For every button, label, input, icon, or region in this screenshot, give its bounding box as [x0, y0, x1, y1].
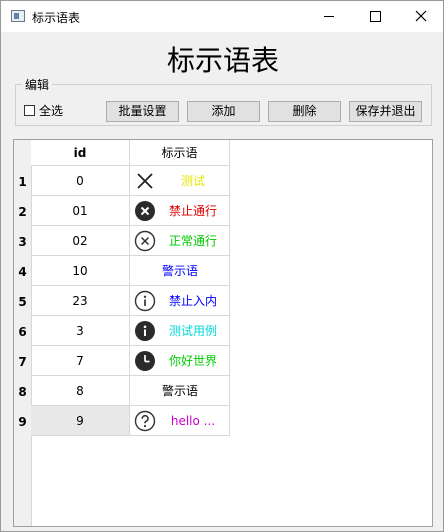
filled-x-circle-icon	[135, 201, 155, 221]
tag-text: 测试	[180, 174, 205, 188]
title-bar[interactable]: 标示语表	[1, 1, 443, 32]
row-number[interactable]: 3	[14, 226, 31, 256]
tag-cell[interactable]: 测试用例	[130, 316, 230, 346]
tag-text: hello ...	[170, 413, 216, 428]
id-cell[interactable]: 9	[31, 406, 130, 436]
main-window: 标示语表 标示语表 编辑 全选 批量设置 添加 删除 保存并退出 id 标示语 …	[0, 0, 444, 532]
id-cell[interactable]: 3	[31, 316, 130, 346]
row-number[interactable]: 6	[14, 316, 31, 346]
select-all-checkbox[interactable]: 全选	[24, 102, 63, 118]
row-number[interactable]: 1	[14, 166, 31, 196]
tag-text: 测试用例	[168, 324, 217, 338]
tag-text: 警示语	[161, 384, 198, 398]
id-cell[interactable]: 02	[31, 226, 130, 256]
tag-text: 你好世界	[168, 354, 217, 368]
id-cell[interactable]: 01	[31, 196, 130, 226]
tag-cell[interactable]: 正常通行	[130, 226, 230, 256]
id-cell[interactable]: 23	[31, 286, 130, 316]
tag-text: 禁止通行	[168, 204, 217, 218]
tag-text: 正常通行	[168, 234, 217, 248]
checkbox-box[interactable]	[24, 104, 35, 116]
delete-button[interactable]: 删除	[268, 101, 341, 122]
maximize-button[interactable]	[352, 1, 398, 32]
app-icon	[11, 10, 25, 22]
question-outline-icon	[134, 410, 156, 432]
tag-text: 禁止入内	[168, 294, 217, 308]
close-button[interactable]	[398, 1, 443, 32]
page-title: 标示语表	[166, 44, 279, 77]
clock-filled-icon	[135, 351, 155, 371]
x-mark-icon	[137, 173, 153, 189]
tag-cell[interactable]: 警示语	[130, 256, 230, 286]
id-cell[interactable]: 0	[31, 166, 130, 196]
column-header-tag[interactable]: 标示语	[130, 140, 230, 166]
tag-cell[interactable]: 禁止通行	[130, 196, 230, 226]
row-number[interactable]: 2	[14, 196, 31, 226]
window-title: 标示语表	[32, 11, 81, 25]
close-icon	[415, 10, 427, 22]
column-header-id[interactable]: id	[31, 140, 130, 166]
tag-cell[interactable]: 测试	[130, 166, 230, 196]
info-filled-icon	[135, 321, 155, 341]
id-cell[interactable]: 7	[31, 346, 130, 376]
tag-cell[interactable]: 警示语	[130, 376, 230, 406]
minimize-button[interactable]	[306, 1, 352, 32]
outline-x-circle-icon	[134, 230, 156, 252]
batch-settings-button[interactable]: 批量设置	[106, 101, 179, 122]
tag-cell[interactable]: 你好世界	[130, 346, 230, 376]
row-number[interactable]: 9	[14, 406, 31, 436]
row-number[interactable]: 7	[14, 346, 31, 376]
select-all-label: 全选	[39, 103, 64, 118]
id-cell[interactable]: 8	[31, 376, 130, 406]
id-cell[interactable]: 10	[31, 256, 130, 286]
tag-text: 警示语	[161, 264, 198, 278]
data-table[interactable]: id 标示语 1 0 测试 2 01 禁止通行 3 02 正常通行 4 10 警示语 5 23 禁止入内 6 3…	[13, 139, 433, 527]
row-number[interactable]: 5	[14, 286, 31, 316]
row-number[interactable]: 8	[14, 376, 31, 406]
tag-cell[interactable]: hello ...	[130, 406, 230, 436]
row-number[interactable]: 4	[14, 256, 31, 286]
info-outline-icon	[134, 290, 156, 312]
add-button[interactable]: 添加	[187, 101, 260, 122]
save-and-exit-button[interactable]: 保存并退出	[349, 101, 422, 122]
edit-group-title: 编辑	[22, 76, 53, 93]
tag-cell[interactable]: 禁止入内	[130, 286, 230, 316]
